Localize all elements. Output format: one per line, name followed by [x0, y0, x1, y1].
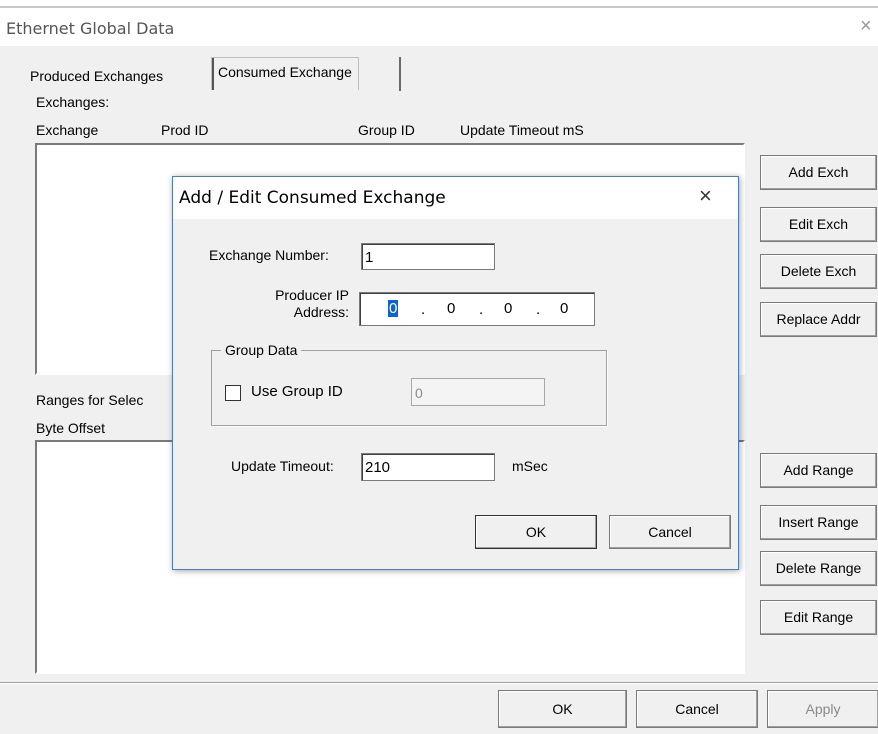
dialog-title: Add / Edit Consumed Exchange — [179, 188, 446, 208]
dialog-ok-button[interactable]: OK — [475, 515, 597, 549]
ip-octet-4[interactable]: 0 — [560, 300, 568, 317]
delete-range-button[interactable]: Delete Range — [760, 551, 877, 586]
add-exch-button[interactable]: Add Exch — [760, 155, 877, 190]
ip-dot: . — [421, 301, 426, 318]
group-data-label: Group Data — [221, 342, 302, 358]
exchange-number-label: Exchange Number: — [209, 247, 329, 263]
use-group-id-checkbox[interactable] — [225, 385, 241, 401]
apply-button: Apply — [767, 690, 878, 728]
column-prod-id: Prod ID — [161, 122, 209, 138]
update-timeout-label: Update Timeout: — [231, 458, 334, 474]
update-timeout-input[interactable]: 210 — [361, 453, 495, 481]
ip-octet-3[interactable]: 0 — [504, 300, 512, 317]
dialog-cancel-button[interactable]: Cancel — [609, 515, 731, 549]
producer-ip-label-2: Address: — [293, 304, 349, 320]
window-close-icon[interactable]: × — [860, 15, 872, 38]
footer-divider-highlight — [0, 683, 878, 684]
column-group-id: Group ID — [358, 122, 415, 138]
dialog-close-icon[interactable]: × — [699, 183, 712, 209]
column-exchange: Exchange — [36, 122, 99, 138]
window-title: Ethernet Global Data — [6, 19, 175, 38]
producer-ip-input[interactable]: 0 . 0 . 0 . 0 — [359, 292, 595, 326]
edit-exch-button[interactable]: Edit Exch — [760, 207, 877, 242]
edit-range-button[interactable]: Edit Range — [760, 600, 877, 635]
tab-produced-exchanges[interactable]: Produced Exchanges — [24, 62, 169, 90]
cancel-button[interactable]: Cancel — [636, 690, 758, 728]
ip-octet-1[interactable]: 0 — [388, 300, 399, 317]
consumed-exchange-dialog: Add / Edit Consumed Exchange × Exchange … — [172, 176, 739, 570]
ok-button[interactable]: OK — [498, 690, 627, 728]
replace-addr-button[interactable]: Replace Addr — [760, 302, 877, 337]
column-byte-offset: Byte Offset — [36, 420, 105, 436]
update-timeout-unit: mSec — [512, 458, 548, 474]
tab-consumed-exchange[interactable]: Consumed Exchange — [211, 57, 359, 90]
exchange-number-input[interactable]: 1 — [361, 243, 495, 270]
add-range-button[interactable]: Add Range — [760, 453, 877, 488]
insert-range-button[interactable]: Insert Range — [760, 505, 877, 540]
ip-octet-2[interactable]: 0 — [447, 300, 455, 317]
use-group-id-label: Use Group ID — [251, 383, 343, 400]
ip-dot: . — [479, 301, 484, 318]
group-id-input: 0 — [411, 378, 545, 406]
column-update-timeout: Update Timeout mS — [460, 122, 584, 138]
delete-exch-button[interactable]: Delete Exch — [760, 254, 877, 289]
ranges-label: Ranges for Selec — [36, 392, 144, 408]
exchanges-label: Exchanges: — [36, 94, 110, 110]
producer-ip-label: Producer IP — [275, 287, 349, 303]
ip-dot: . — [536, 301, 541, 318]
tab-edge — [399, 57, 401, 91]
